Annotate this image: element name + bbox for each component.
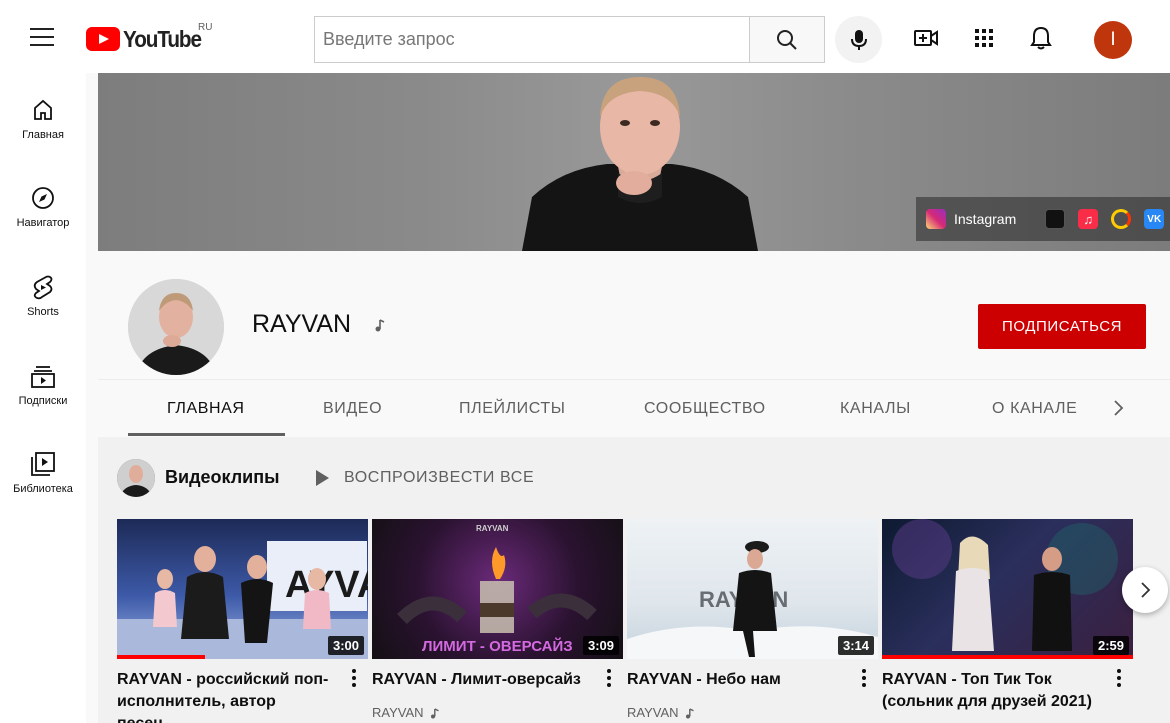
video-thumbnail[interactable]: 2:59 — [882, 519, 1133, 659]
sidebar-item-label: Главная — [22, 129, 64, 141]
chevron-right-icon — [1141, 582, 1151, 598]
video-title[interactable]: RAYVAN - Небо нам — [627, 669, 849, 691]
apps-grid-icon — [975, 29, 993, 47]
region-label: RU — [198, 22, 213, 33]
video-menu-button[interactable] — [1114, 669, 1124, 691]
channel-page: Instagram ♫ VK RAYVAN ПОДПИСАТЬСЯ ГЛАВНА… — [86, 73, 1170, 723]
banner-portrait — [522, 77, 758, 251]
video-channel[interactable]: RAYVAN — [372, 705, 440, 720]
video-duration: 3:00 — [327, 636, 364, 655]
sidebar-item-label: Подписки — [18, 395, 68, 407]
video-thumbnail[interactable]: AYVA 3:00 — [117, 519, 368, 659]
microphone-icon — [850, 29, 867, 50]
tab-channels[interactable]: КАНАЛЫ — [840, 380, 911, 438]
thumb-brand: RAYVAN — [476, 524, 509, 533]
next-shelf-button[interactable] — [1122, 567, 1168, 613]
sidebar-item-shorts[interactable]: Shorts — [0, 250, 86, 328]
music-note-icon — [685, 707, 694, 718]
youtube-logo[interactable]: YouTube — [86, 26, 210, 52]
youtube-play-icon — [86, 27, 120, 51]
video-card[interactable]: RAYVAN 3:14 RAYVAN - Небо нам RAYVAN — [627, 519, 878, 723]
tab-videos[interactable]: ВИДЕО — [323, 380, 382, 438]
subscribe-button[interactable]: ПОДПИСАТЬСЯ — [978, 304, 1146, 349]
tab-about[interactable]: О КАНАЛЕ — [992, 380, 1077, 438]
library-icon — [30, 451, 56, 477]
instagram-icon[interactable] — [926, 209, 946, 229]
instagram-link-label[interactable]: Instagram — [954, 211, 1016, 227]
create-video-button[interactable] — [911, 23, 941, 53]
bell-icon — [1030, 26, 1052, 50]
music-note-icon — [375, 319, 385, 332]
video-menu-button[interactable] — [349, 669, 359, 691]
shelf-section: Видеоклипы ВОСПРОИЗВЕСТИ ВСЕ AYVA — [98, 437, 1170, 723]
video-title[interactable]: RAYVAN - российский поп-исполнитель, авт… — [117, 669, 339, 723]
chevron-right-icon[interactable] — [1108, 398, 1128, 418]
sidebar: Главная Навигатор Shorts Подписки Библио… — [0, 73, 86, 723]
vk-icon[interactable]: VK — [1144, 209, 1165, 229]
video-duration: 3:14 — [837, 636, 874, 655]
logo-text: YouTube — [123, 25, 202, 52]
shorts-icon — [30, 274, 56, 300]
play-icon — [316, 470, 329, 486]
video-card[interactable]: 2:59 RAYVAN - Топ Тик Ток (сольник для д… — [882, 519, 1133, 723]
tab-playlists[interactable]: ПЛЕЙЛИСТЫ — [459, 380, 566, 438]
video-thumbnail[interactable]: RAYVAN ЛИМИТ - ОВЕРСАЙЗ 3:09 — [372, 519, 623, 659]
watch-progress — [117, 655, 205, 659]
watch-progress — [882, 655, 1133, 659]
menu-icon[interactable] — [30, 28, 54, 46]
sidebar-item-library[interactable]: Библиотека — [0, 427, 86, 505]
search-button[interactable] — [749, 16, 825, 63]
sidebar-item-label: Shorts — [27, 306, 59, 318]
tiktok-icon[interactable] — [1045, 209, 1066, 229]
account-avatar[interactable]: I — [1094, 21, 1132, 59]
subscriptions-icon — [30, 363, 56, 389]
video-duration: 3:09 — [582, 636, 619, 655]
channel-banner: Instagram ♫ VK — [98, 73, 1170, 251]
video-thumbnail[interactable]: RAYVAN 3:14 — [627, 519, 878, 659]
sidebar-item-label: Библиотека — [13, 483, 73, 495]
video-card[interactable]: AYVA 3:00 RAYVAN - российский поп-исполн… — [117, 519, 368, 723]
video-title[interactable]: RAYVAN - Топ Тик Ток (сольник для друзей… — [882, 669, 1104, 713]
search-icon — [777, 29, 797, 50]
video-channel[interactable]: RAYVAN — [627, 705, 695, 720]
channel-links: Instagram ♫ VK — [916, 197, 1170, 241]
search-input[interactable] — [315, 17, 750, 62]
video-card[interactable]: RAYVAN ЛИМИТ - ОВЕРСАЙЗ 3:09 RAYVAN - Ли… — [372, 519, 623, 723]
notifications-button[interactable] — [1026, 23, 1056, 53]
channel-avatar-image — [128, 279, 224, 375]
music-note-icon — [430, 707, 439, 718]
compass-icon — [30, 185, 56, 211]
home-icon — [30, 97, 56, 123]
video-menu-button[interactable] — [859, 669, 869, 691]
active-tab-indicator — [128, 433, 285, 436]
thumb-title: ЛИМИТ - ОВЕРСАЙЗ — [422, 637, 573, 655]
channel-header: RAYVAN ПОДПИСАТЬСЯ — [98, 261, 1170, 381]
channel-tabs: ГЛАВНАЯ ВИДЕО ПЛЕЙЛИСТЫ СООБЩЕСТВО КАНАЛ… — [98, 379, 1170, 437]
sidebar-item-explore[interactable]: Навигатор — [0, 161, 86, 239]
sidebar-item-subscriptions[interactable]: Подписки — [0, 339, 86, 417]
video-channel-name: RAYVAN — [627, 705, 679, 720]
play-all-button[interactable]: ВОСПРОИЗВЕСТИ ВСЕ — [314, 465, 534, 491]
shelf-title[interactable]: Видеоклипы — [165, 467, 279, 488]
sidebar-item-home[interactable]: Главная — [0, 73, 86, 151]
video-channel-name: RAYVAN — [372, 705, 424, 720]
tab-home[interactable]: ГЛАВНАЯ — [167, 380, 245, 438]
channel-avatar[interactable] — [128, 279, 224, 375]
video-title[interactable]: RAYVAN - Лимит-оверсайз — [372, 669, 594, 691]
voice-search-button[interactable] — [835, 16, 882, 63]
masthead: YouTube RU I — [0, 0, 1170, 73]
video-duration: 2:59 — [1092, 636, 1129, 655]
sidebar-item-label: Навигатор — [16, 217, 70, 229]
search-box — [314, 16, 750, 63]
apple-music-icon[interactable]: ♫ — [1078, 209, 1099, 229]
channel-name: RAYVAN — [252, 310, 352, 338]
tab-community[interactable]: СООБЩЕСТВО — [644, 380, 766, 438]
apps-button[interactable] — [969, 23, 999, 53]
yandex-music-icon[interactable] — [1111, 209, 1132, 229]
video-camera-add-icon — [914, 30, 938, 46]
shelf-avatar — [117, 459, 155, 497]
video-menu-button[interactable] — [604, 669, 614, 691]
play-all-label: ВОСПРОИЗВЕСТИ ВСЕ — [344, 469, 535, 486]
